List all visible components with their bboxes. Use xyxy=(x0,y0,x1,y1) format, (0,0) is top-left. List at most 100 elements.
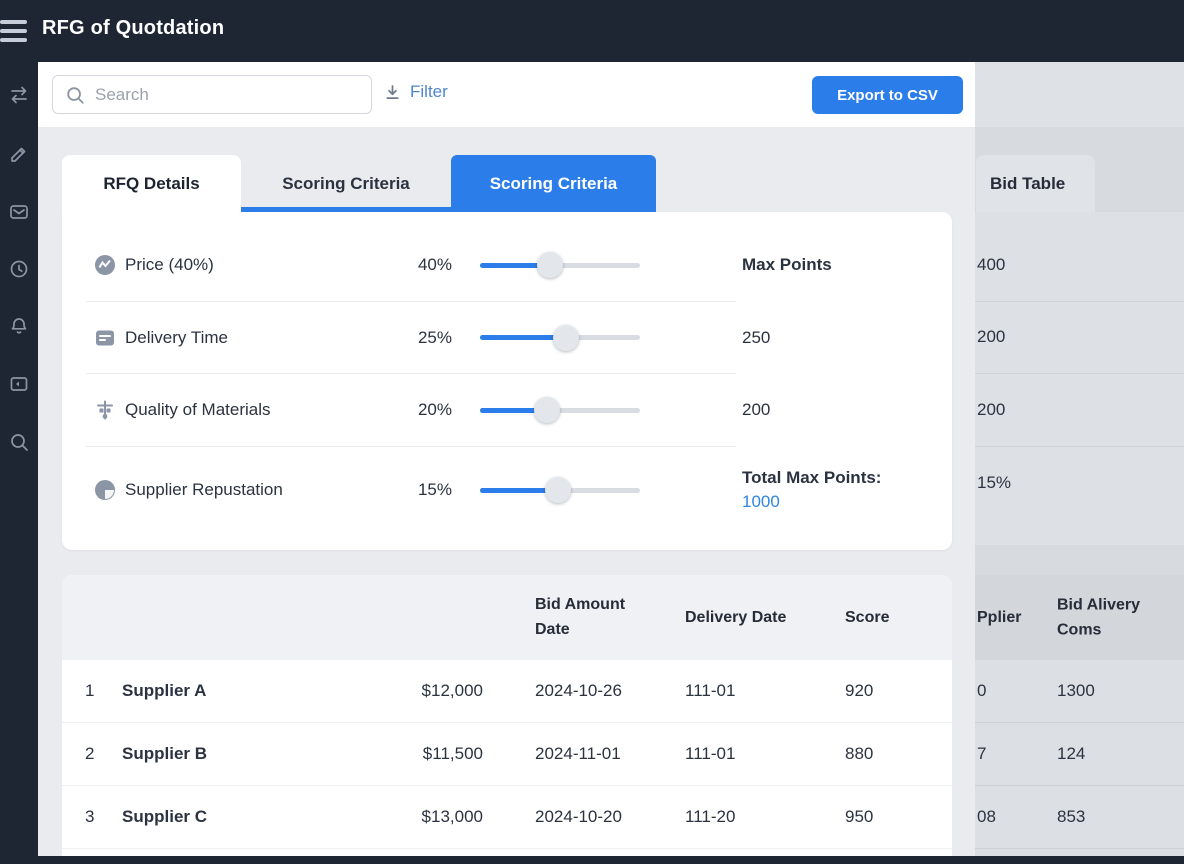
underlying-value: 15% xyxy=(977,473,1011,493)
criterion-label: Quality of Materials xyxy=(125,400,271,420)
scoring-criteria-panel: Price (40%) 40% Max Points Delivery Time… xyxy=(62,212,952,550)
underlying-value: 200 xyxy=(977,400,1005,420)
tab-scoring-criteria-1[interactable]: Scoring Criteria xyxy=(241,155,451,212)
cell-supplier: 0 xyxy=(977,681,986,701)
tab-label: RFQ Details xyxy=(103,174,199,194)
table-row: 1 Supplier A $12,000 2024-10-26 111-01 9… xyxy=(62,660,952,723)
cell-row-number: 3 xyxy=(85,807,94,827)
cell-bid-amount: $12,000 xyxy=(382,681,483,701)
divider xyxy=(975,301,1184,302)
tab-bid-table[interactable]: Bid Table xyxy=(976,155,1095,212)
table-row: 2 Supplier B $11,500 2024-11-01 111-01 8… xyxy=(62,723,952,786)
slider-thumb[interactable] xyxy=(545,477,571,503)
weight-slider[interactable] xyxy=(480,325,640,351)
slider-thumb[interactable] xyxy=(553,325,579,351)
toolbar: Filter Export to CSV xyxy=(38,62,975,127)
cell-date: 2024-11-01 xyxy=(535,744,621,764)
total-max-points-label: Total Max Points: xyxy=(742,468,881,487)
clock-icon[interactable] xyxy=(8,258,30,280)
cell-score: 880 xyxy=(845,744,873,764)
weight-slider[interactable] xyxy=(480,397,640,423)
underlying-toolbar-band xyxy=(975,62,1184,127)
bell-icon[interactable] xyxy=(8,315,30,337)
underlying-panel-tail xyxy=(975,849,1184,856)
underlying-scoring-values: 400 200 200 15% xyxy=(975,212,1184,545)
menu-icon[interactable] xyxy=(0,20,27,42)
criterion-row-quality: Quality of Materials 20% 200 xyxy=(62,374,952,446)
cell-bid: 853 xyxy=(1057,807,1085,827)
tab-bid-table-label: Bid Table xyxy=(990,174,1065,194)
slider-thumb[interactable] xyxy=(534,397,560,423)
tab-active-underline xyxy=(241,207,451,212)
column-header-supplier: Pplier xyxy=(977,609,1021,627)
column-header-bid: Bid Alivery Coms xyxy=(1057,592,1161,643)
column-header-delivery-date: Delivery Date xyxy=(685,609,786,627)
criterion-label: Price (40%) xyxy=(125,255,214,275)
search-input[interactable] xyxy=(95,77,360,112)
sidebar xyxy=(0,62,38,864)
table-row: 7 124 xyxy=(975,723,1184,786)
price-chart-icon xyxy=(93,253,117,277)
criterion-percent: 25% xyxy=(392,328,452,348)
criterion-row-price: Price (40%) 40% Max Points xyxy=(62,229,952,301)
criterion-row-delivery: Delivery Time 25% 250 xyxy=(62,302,952,373)
cell-delivery-date: 111-01 xyxy=(685,744,735,764)
top-header-bar: RFG of Quotdation xyxy=(0,0,1184,62)
supplier-pie-icon xyxy=(93,478,117,502)
criterion-percent: 40% xyxy=(392,255,452,275)
quality-caliper-icon xyxy=(93,398,117,422)
max-points-header: Max Points xyxy=(742,255,832,275)
cell-supplier: Supplier C xyxy=(122,807,207,827)
cell-bid-amount: $13,000 xyxy=(382,807,483,827)
table-row: 3 Supplier C $13,000 2024-10-20 111-20 9… xyxy=(62,786,952,849)
search-icon[interactable] xyxy=(8,431,30,453)
edit-icon[interactable] xyxy=(8,143,30,165)
cell-bid: 124 xyxy=(1057,744,1085,764)
media-card-icon[interactable] xyxy=(8,373,30,395)
filter-label: Filter xyxy=(410,82,448,102)
bid-table-header: Bid Amount Date Delivery Date Score xyxy=(62,575,952,660)
criterion-label: Delivery Time xyxy=(125,328,228,348)
divider xyxy=(975,373,1184,374)
cell-row-number: 2 xyxy=(85,744,94,764)
cell-supplier: Supplier A xyxy=(122,681,206,701)
slider-thumb[interactable] xyxy=(537,252,563,278)
download-icon xyxy=(383,83,402,102)
filter-button[interactable]: Filter xyxy=(383,82,448,102)
criterion-percent: 15% xyxy=(392,480,452,500)
cell-delivery-date: 111-20 xyxy=(685,807,735,827)
table-row: 08 853 xyxy=(975,786,1184,849)
cell-date: 2024-10-26 xyxy=(535,681,622,701)
cell-row-number: 1 xyxy=(85,681,94,701)
cell-supplier: 08 xyxy=(977,807,996,827)
tab-label: Scoring Criteria xyxy=(282,174,410,194)
tab-scoring-criteria-2-active[interactable]: Scoring Criteria xyxy=(451,155,656,212)
bottom-edge xyxy=(0,856,1184,864)
delivery-note-icon xyxy=(93,326,117,350)
search-box xyxy=(52,75,372,114)
total-max-points-value-link[interactable]: 1000 xyxy=(742,492,881,512)
tab-rfq-details[interactable]: RFQ Details xyxy=(62,155,241,212)
column-header-score: Score xyxy=(845,609,889,627)
criterion-percent: 20% xyxy=(392,400,452,420)
export-to-csv-button[interactable]: Export to CSV xyxy=(812,76,963,114)
cell-bid: 1300 xyxy=(1057,681,1095,701)
cell-score: 920 xyxy=(845,681,873,701)
max-points-value: 250 xyxy=(742,328,770,348)
mail-icon[interactable] xyxy=(8,201,30,223)
swap-horizontal-icon[interactable] xyxy=(8,84,30,106)
cell-supplier: Supplier B xyxy=(122,744,207,764)
underlying-value: 200 xyxy=(977,327,1005,347)
underlying-value: 400 xyxy=(977,255,1005,275)
page-title: RFG of Quotdation xyxy=(42,17,224,40)
max-points-value: 200 xyxy=(742,400,770,420)
weight-slider[interactable] xyxy=(480,252,640,278)
cell-score: 950 xyxy=(845,807,873,827)
table-row: 0 1300 xyxy=(975,660,1184,723)
column-header-bid-amount-date: Bid Amount Date xyxy=(535,592,635,644)
rfq-app: Bid Table 400 200 200 15% Pplier Bid Ali… xyxy=(0,0,1184,864)
cell-bid-amount: $11,500 xyxy=(382,744,483,764)
weight-slider[interactable] xyxy=(480,477,640,503)
criterion-row-supplier: Supplier Repustation 15% Total Max Point… xyxy=(62,447,952,533)
search-icon xyxy=(65,85,85,105)
